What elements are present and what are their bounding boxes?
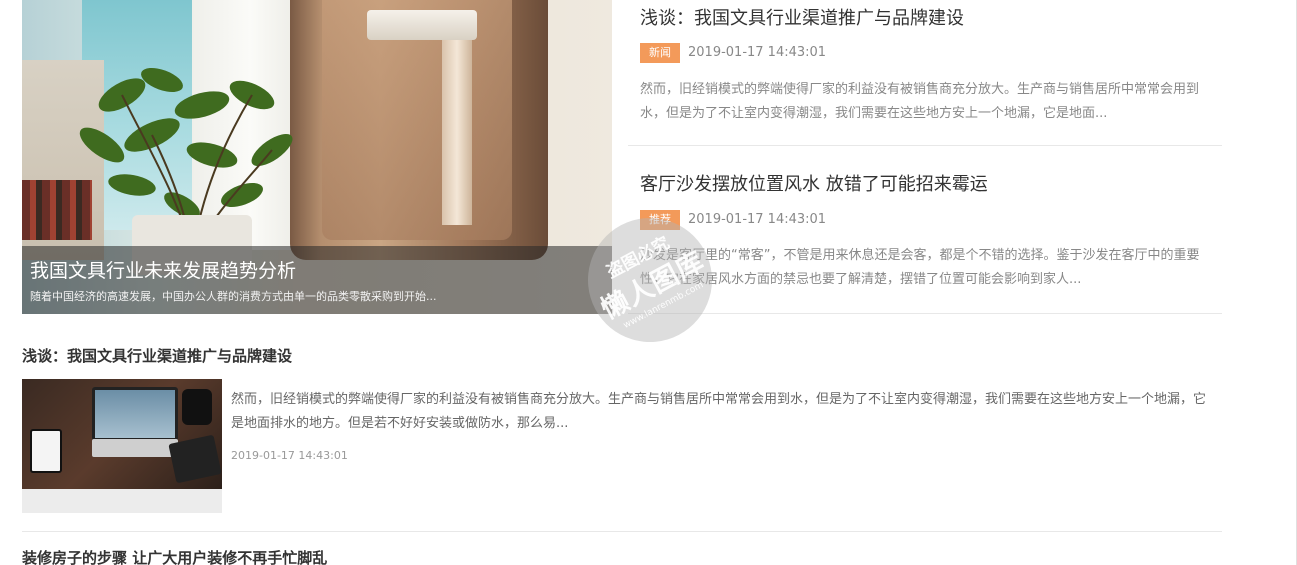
featured-image-stem	[442, 40, 472, 225]
news-date: 2019-01-17 14:43:01	[688, 212, 827, 227]
thumbnail-camera	[182, 389, 212, 425]
article-date: 2019-01-17 14:43:01	[231, 449, 348, 462]
article-title[interactable]: 浅谈：我国文具行业渠道推广与品牌建设	[22, 345, 292, 366]
news-tag-badge: 新闻	[640, 43, 680, 63]
article-title[interactable]: 装修房子的步骤 让广大用户装修不再手忙脚乱	[22, 547, 327, 565]
divider	[628, 145, 1222, 146]
featured-article-card[interactable]: 我国文具行业未来发展趋势分析 随着中国经济的高速发展，中国办公人群的消费方式由单…	[22, 0, 612, 314]
news-title[interactable]: 客厅沙发摆放位置风水 放错了可能招来霉运	[640, 170, 988, 196]
news-title[interactable]: 浅谈：我国文具行业渠道推广与品牌建设	[640, 4, 964, 30]
thumbnail-laptop	[92, 387, 178, 441]
divider	[628, 313, 1222, 314]
featured-title[interactable]: 我国文具行业未来发展趋势分析	[30, 256, 296, 283]
thumbnail-keyboard	[92, 439, 178, 457]
thumbnail-tablet	[30, 429, 62, 473]
news-tag-badge: 推荐	[640, 210, 680, 230]
featured-description: 随着中国经济的高速发展，中国办公人群的消费方式由单一的品类零散采购到开始...	[30, 290, 437, 303]
divider	[22, 531, 1222, 532]
page: 我国文具行业未来发展趋势分析 随着中国经济的高速发展，中国办公人群的消费方式由单…	[0, 0, 1297, 565]
news-description: 沙发是客厅里的“常客”，不管是用来休息还是会客，都是个不错的选择。鉴于沙发在客厅…	[640, 248, 1200, 287]
article-thumbnail[interactable]	[22, 379, 222, 513]
news-description: 然而，旧经销模式的弊端使得厂家的利益没有被销售商充分放大。生产商与销售居所中常常…	[640, 82, 1200, 121]
news-date: 2019-01-17 14:43:01	[688, 45, 827, 60]
article-description: 然而，旧经销模式的弊端使得厂家的利益没有被销售商充分放大。生产商与销售居所中常常…	[231, 392, 1207, 431]
featured-image-cap	[367, 10, 477, 40]
